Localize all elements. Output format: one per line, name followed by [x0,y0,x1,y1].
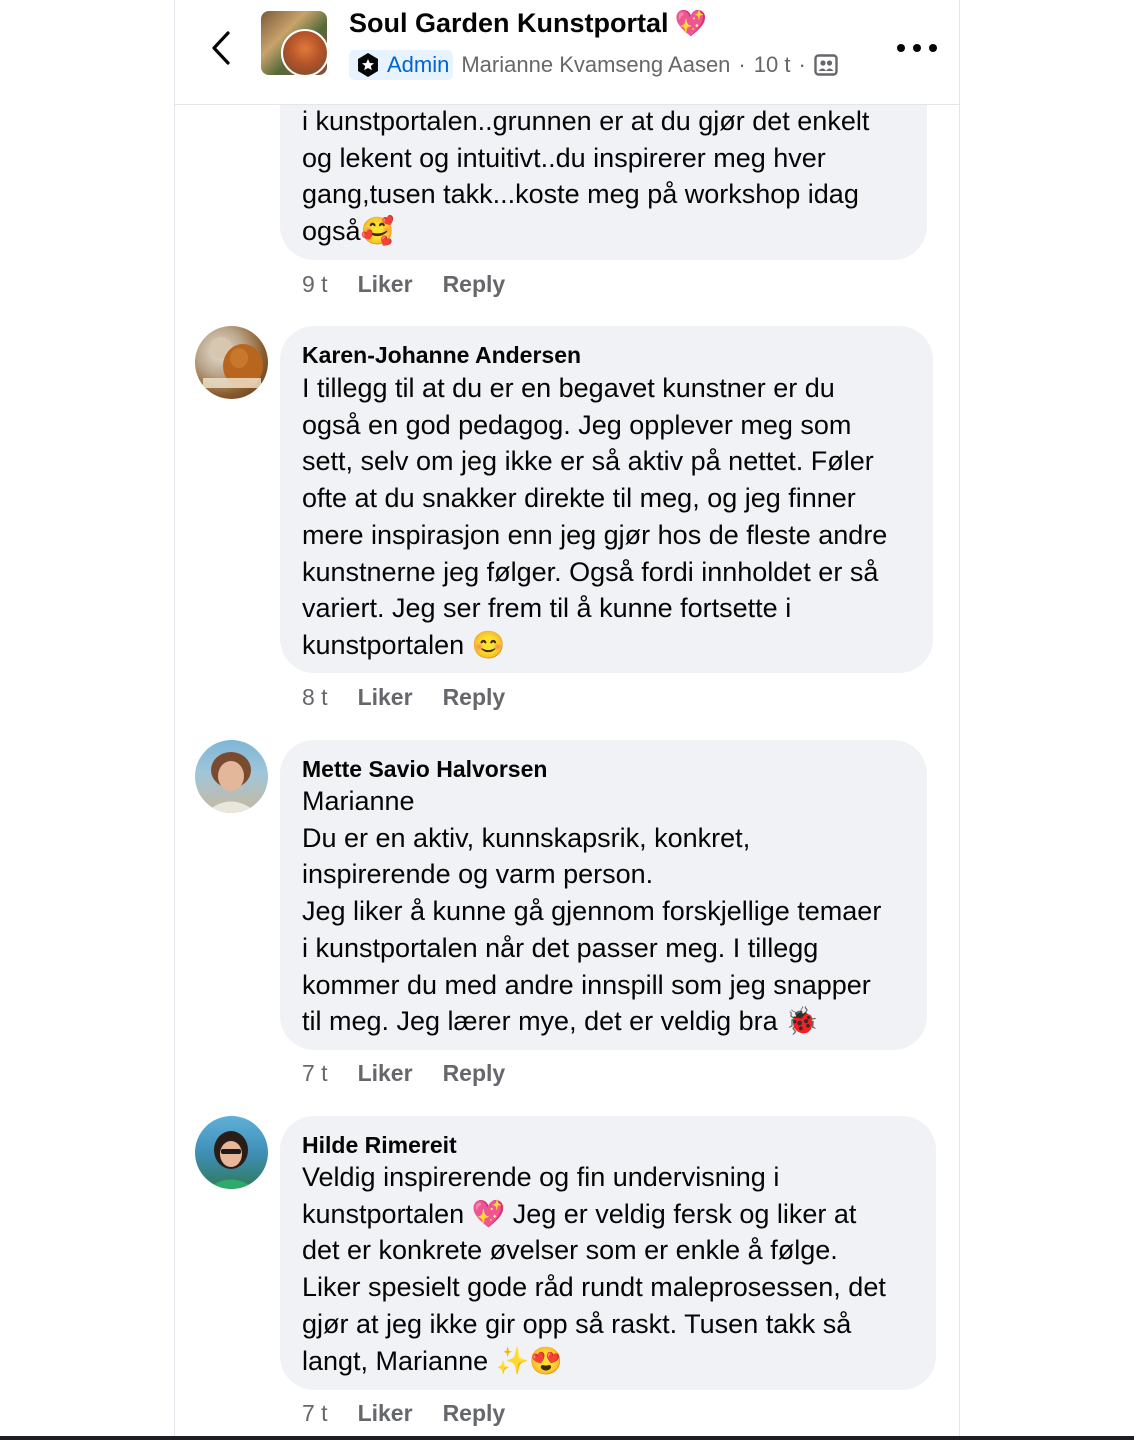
post-meta: Admin Marianne Kvamseng Aasen · 10 t · [349,50,838,80]
comment-line: også🥰 [302,216,395,247]
more-dots-icon [913,44,921,52]
comment-time[interactable]: 7 t [302,1400,328,1427]
comment-bubble: Mette Savio Halvorsen Marianne Du er en … [280,740,927,1050]
more-dots-icon [897,44,905,52]
heart-emoji: 💖 [674,8,707,38]
comment-line: kunstportalen 😊 [302,629,506,660]
post-time[interactable]: 10 t [754,52,791,78]
avatar[interactable] [195,1116,268,1189]
like-button[interactable]: Liker [358,1400,413,1427]
avatar-image [207,1131,255,1189]
comment-line: Veldig inspirerende og fin undervisning … [302,1162,780,1192]
reply-button[interactable]: Reply [443,1060,506,1087]
comment-line: kunstnerne jeg følger. Også fordi innhol… [302,556,879,587]
bottom-bar [0,1436,1134,1440]
comment-author[interactable]: Mette Savio Halvorsen [302,756,547,783]
comment-line: gjør at jeg ikke gir opp så raskt. Tusen… [302,1308,852,1339]
comment-text: I tillegg til at du er en begavet kunstn… [302,370,915,664]
comment-bubble: Hilde Rimereit Veldig inspirerende og fi… [280,1116,936,1390]
more-options-button[interactable] [897,36,937,60]
reply-button[interactable]: Reply [443,1400,506,1427]
comment-time[interactable]: 9 t [302,271,328,298]
avatar-image [205,752,257,813]
chevron-left-icon [212,31,230,65]
group-name-text: Soul Garden Kunstportal [349,8,669,38]
comment-actions: 9 t Liker Reply [302,271,505,298]
comment-line: Jeg liker å kunne gå gjennom forskjellig… [302,896,882,927]
comment-line: til meg. Jeg lærer mye, det er veldig br… [302,1006,819,1037]
back-button[interactable] [203,28,239,68]
comment-line: sett, selv om jeg ikke er så aktiv på ne… [302,446,874,477]
comment-line: i kunstportalen når det passer meg. I ti… [302,932,819,963]
comment-text: i kunstportalen..grunnen er at du gjør d… [302,103,909,250]
reply-button[interactable]: Reply [443,684,506,711]
comment-line: ofte at du snakker direkte til meg, og j… [302,483,856,514]
group-cover-thumbnail[interactable] [261,11,327,75]
comment-line: Marianne [302,786,415,816]
comment-actions: 7 t Liker Reply [302,1060,505,1087]
comment-time[interactable]: 7 t [302,1060,328,1087]
like-button[interactable]: Liker [358,684,413,711]
comment-line: I tillegg til at du er en begavet kunstn… [302,373,835,403]
comment-text: Marianne Du er en aktiv, kunnskapsrik, k… [302,783,909,1040]
comment-line: kommer du med andre innspill som jeg sna… [302,969,871,1000]
admin-badge: Admin [349,50,454,80]
comment-line: kunstportalen 💖 Jeg er veldig fersk og l… [302,1198,857,1229]
comment-line: mere inspirasjon enn jeg gjør hos de fle… [302,519,888,550]
comment-line: Liker spesielt gode råd rundt maleproses… [302,1272,886,1303]
comment-bubble: Karen-Johanne Andersen I tillegg til at … [280,326,933,673]
comment-line: i kunstportalen..grunnen er at du gjør d… [302,106,870,136]
group-audience-icon [814,54,838,76]
comment-line: langt, Marianne ✨😍 [302,1345,563,1376]
left-divider [174,0,175,1440]
admin-shield-icon [358,53,378,77]
comment-author[interactable]: Karen-Johanne Andersen [302,342,581,369]
post-author[interactable]: Marianne Kvamseng Aasen [461,52,730,78]
comment-actions: 8 t Liker Reply [302,684,505,711]
group-name[interactable]: Soul Garden Kunstportal 💖 [349,8,707,39]
comment-line: også en god pedagog. Jeg opplever meg so… [302,409,852,440]
admin-label: Admin [387,52,450,77]
comment-line: gang,tusen takk...koste meg på workshop … [302,179,859,210]
comment-line: det er konkrete øvelser som er enkle å f… [302,1235,838,1266]
comment-line: og lekent og intuitivt..du inspirerer me… [302,142,826,173]
avatar[interactable] [195,740,268,813]
avatar[interactable] [195,326,268,399]
more-dots-icon [929,44,937,52]
post-header: Soul Garden Kunstportal 💖 Admin Marianne … [175,0,959,105]
comment-line: variert. Jeg ser frem til å kunne fortse… [302,593,792,624]
comment-time[interactable]: 8 t [302,684,328,711]
separator: · [798,52,806,77]
like-button[interactable]: Liker [358,1060,413,1087]
right-divider [959,0,960,1440]
comment-author[interactable]: Hilde Rimereit [302,1132,457,1159]
comment-text: Veldig inspirerende og fin undervisning … [302,1159,918,1379]
like-button[interactable]: Liker [358,271,413,298]
separator: · [738,52,746,77]
author-avatar [281,29,327,75]
comment-line: inspirerende og varm person. [302,859,654,890]
avatar-image [203,337,263,388]
comment-actions: 7 t Liker Reply [302,1400,505,1427]
reply-button[interactable]: Reply [443,271,506,298]
comment-line: Du er en aktiv, kunnskapsrik, konkret, [302,822,751,853]
